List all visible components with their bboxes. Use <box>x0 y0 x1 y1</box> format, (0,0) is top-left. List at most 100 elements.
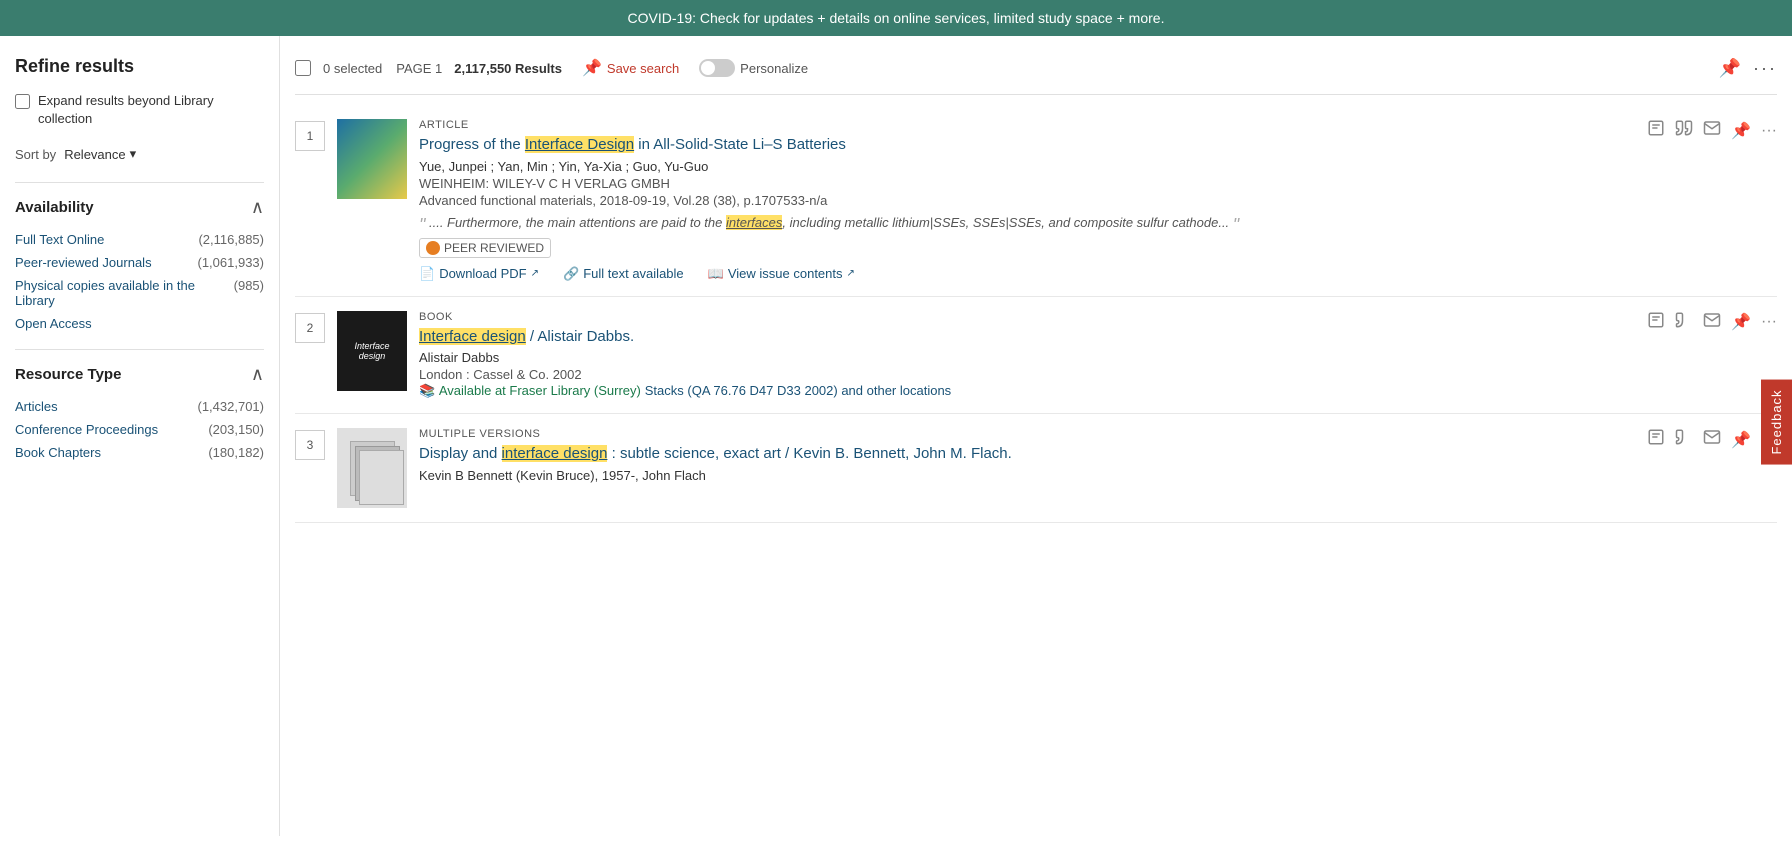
result-thumbnail-1 <box>337 119 407 199</box>
result-title-2[interactable]: Interface design / Alistair Dabbs. <box>419 328 634 345</box>
pin-icon-1[interactable]: 📌 <box>1731 121 1751 141</box>
filter-peer-reviewed-label: Peer-reviewed Journals <box>15 255 152 270</box>
quote-icon-3[interactable] <box>1675 428 1693 451</box>
filter-full-text-online[interactable]: Full Text Online (2,116,885) <box>15 228 264 251</box>
result-type-3: MULTIPLE VERSIONS <box>419 428 1777 440</box>
availability-title: Availability <box>15 199 94 216</box>
result-body-1: ARTICLE Progress of the Interface Design… <box>419 119 1777 282</box>
feedback-wrapper: Feedback <box>1761 379 1792 464</box>
open-quote: " <box>419 215 425 235</box>
filter-open-access-label: Open Access <box>15 316 92 331</box>
item-icons-3: 📌 ··· <box>1647 428 1777 451</box>
book-icon-1: 📖 <box>708 266 724 282</box>
available-label-2: 📚 <box>419 383 439 398</box>
covid-banner: COVID-19: Check for updates + details on… <box>0 0 1792 36</box>
filter-book-chapters[interactable]: Book Chapters (180,182) <box>15 441 264 464</box>
sort-by-select[interactable]: Relevance ▾ <box>64 146 136 162</box>
expand-label[interactable]: Expand results beyond Library collection <box>38 92 264 128</box>
result-body-3: MULTIPLE VERSIONS Display and interface … <box>419 428 1777 508</box>
main-content: 0 selected PAGE 1 2,117,550 Results 📌 Sa… <box>280 36 1792 836</box>
personalize-button[interactable]: Personalize <box>699 59 808 77</box>
filter-physical-copies-label: Physical copies available in the Library <box>15 278 228 308</box>
cite-icon-3[interactable] <box>1647 428 1665 451</box>
result-number-1: 1 <box>295 121 325 151</box>
email-icon-1[interactable] <box>1703 119 1721 142</box>
results-count: 2,117,550 Results <box>454 61 562 76</box>
item-icons-1: 📌 ··· <box>1647 119 1777 142</box>
feedback-button[interactable]: Feedback <box>1761 379 1792 464</box>
toolbar-more-icon[interactable]: ··· <box>1753 58 1777 79</box>
result-item-1: 1 ARTICLE Progress of the Interface Desi… <box>295 105 1777 297</box>
result-authors-3: Kevin B Bennett (Kevin Bruce), 1957-, Jo… <box>419 468 1777 483</box>
external-link-icon-1b: ↗ <box>847 268 855 279</box>
result-body-2: BOOK Interface design / Alistair Dabbs. … <box>419 311 1777 400</box>
pin-icon-3[interactable]: 📌 <box>1731 430 1751 450</box>
filter-articles-label: Articles <box>15 399 58 414</box>
download-pdf-link-1[interactable]: 📄 Download PDF ↗ <box>419 266 539 282</box>
sidebar-title: Refine results <box>15 56 264 77</box>
more-icon-2[interactable]: ··· <box>1761 313 1777 331</box>
toolbar: 0 selected PAGE 1 2,117,550 Results 📌 Sa… <box>295 46 1777 95</box>
toolbar-pin-icon[interactable]: 📌 <box>1719 58 1741 79</box>
view-issue-link-1[interactable]: 📖 View issue contents ↗ <box>708 266 855 282</box>
availability-filters: Full Text Online (2,116,885) Peer-review… <box>15 228 264 335</box>
expand-checkbox[interactable] <box>15 94 30 109</box>
result-item-2: 2 Interface design BOOK Interface design… <box>295 297 1777 415</box>
filter-articles[interactable]: Articles (1,432,701) <box>15 395 264 418</box>
cite-icon-2[interactable] <box>1647 311 1665 334</box>
title-highlight-2: Interface design <box>419 328 526 345</box>
title-highlight-1: Interface Design <box>525 136 634 153</box>
download-pdf-label-1: Download PDF <box>439 266 526 281</box>
filter-open-access[interactable]: Open Access <box>15 312 264 335</box>
email-icon-2[interactable] <box>1703 311 1721 334</box>
result-authors-1: Yue, Junpei ; Yan, Min ; Yin, Ya-Xia ; G… <box>419 159 1777 174</box>
selected-label: 0 selected <box>323 61 382 76</box>
result-title-3[interactable]: Display and interface design : subtle sc… <box>419 445 1012 462</box>
result-title-1[interactable]: Progress of the Interface Design in All-… <box>419 136 846 153</box>
personalize-label: Personalize <box>740 61 808 76</box>
resource-type-filters: Articles (1,432,701) Conference Proceedi… <box>15 395 264 464</box>
filter-articles-count: (1,432,701) <box>198 399 265 414</box>
filter-full-text-online-count: (2,116,885) <box>198 232 264 247</box>
pdf-icon-1: 📄 <box>419 266 435 282</box>
result-snippet-1: " .... Furthermore, the main attentions … <box>419 214 1777 232</box>
quote-icon-1[interactable] <box>1675 119 1693 142</box>
resource-type-section-header[interactable]: Resource Type ∧ <box>15 364 264 385</box>
result-type-2: BOOK <box>419 311 1777 323</box>
page-info: PAGE 1 <box>396 61 442 76</box>
title-highlight-3: interface design <box>502 445 608 462</box>
result-item-3: 3 MULTIPLE VERSIONS Display and interfac… <box>295 414 1777 523</box>
personalize-toggle-icon <box>699 59 735 77</box>
filter-conference-proceedings-label: Conference Proceedings <box>15 422 158 437</box>
full-text-link-1[interactable]: 🔗 Full text available <box>563 266 684 282</box>
expand-option: Expand results beyond Library collection <box>15 92 264 128</box>
filter-physical-copies[interactable]: Physical copies available in the Library… <box>15 274 264 312</box>
availability-collapse-icon[interactable]: ∧ <box>251 197 264 218</box>
availability-section-header[interactable]: Availability ∧ <box>15 197 264 218</box>
resource-type-title: Resource Type <box>15 366 121 383</box>
snippet-highlight-1: interfaces <box>726 215 782 230</box>
sort-by-chevron-icon: ▾ <box>130 146 137 162</box>
save-search-button[interactable]: 📌 Save search <box>574 54 687 82</box>
result-actions-1: 📄 Download PDF ↗ 🔗 Full text available 📖… <box>419 266 1777 282</box>
more-icon-1[interactable]: ··· <box>1761 122 1777 140</box>
filter-conference-proceedings[interactable]: Conference Proceedings (203,150) <box>15 418 264 441</box>
email-icon-3[interactable] <box>1703 428 1721 451</box>
quote-icon-2[interactable] <box>1675 311 1693 334</box>
filter-physical-copies-count: (985) <box>234 278 264 308</box>
pin-icon: 📌 <box>582 58 602 78</box>
result-thumbnail-3 <box>337 428 407 508</box>
result-number-2: 2 <box>295 313 325 343</box>
pin-icon-2[interactable]: 📌 <box>1731 312 1751 332</box>
filter-peer-reviewed[interactable]: Peer-reviewed Journals (1,061,933) <box>15 251 264 274</box>
banner-text: COVID-19: Check for updates + details on… <box>628 10 1165 26</box>
save-search-label: Save search <box>607 61 679 76</box>
filter-full-text-online-label: Full Text Online <box>15 232 104 247</box>
select-all-checkbox[interactable] <box>295 60 311 76</box>
resource-type-collapse-icon[interactable]: ∧ <box>251 364 264 385</box>
filter-peer-reviewed-count: (1,061,933) <box>198 255 265 270</box>
result-type-1: ARTICLE <box>419 119 1777 131</box>
toggle-knob <box>701 61 715 75</box>
item-icons-2: 📌 ··· <box>1647 311 1777 334</box>
cite-icon-1[interactable] <box>1647 119 1665 142</box>
